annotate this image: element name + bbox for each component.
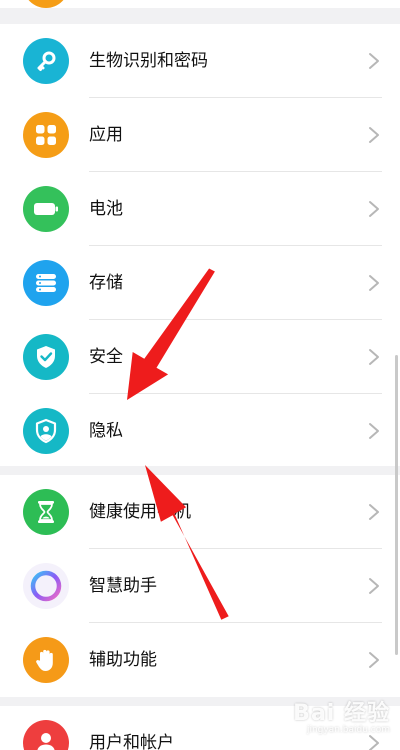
annotation-arrows (127, 268, 229, 620)
watermark: Bai 经验 jingyan.baidu.com (293, 695, 390, 735)
watermark-url: jingyan.baidu.com (306, 725, 390, 735)
annotation-arrow-down (127, 268, 215, 400)
watermark-brand: Bai 经验 (293, 701, 390, 726)
annotation-arrow-up (145, 465, 229, 620)
